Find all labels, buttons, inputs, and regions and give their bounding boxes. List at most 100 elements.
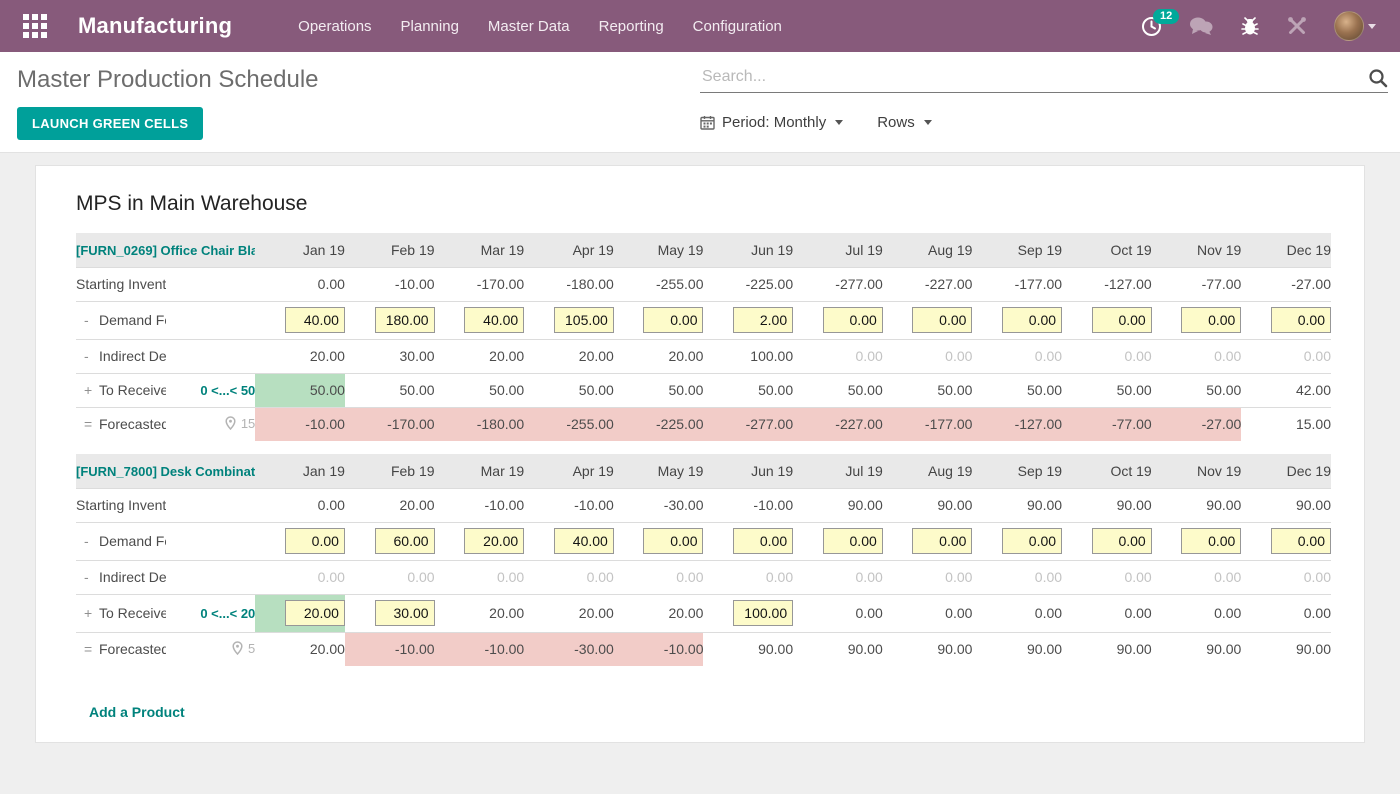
demand-forecast-input[interactable] (1002, 307, 1063, 333)
cell-forecasted-inventory: 90.00 (972, 631, 1063, 666)
cell-forecasted-inventory: -277.00 (703, 406, 794, 441)
search-input[interactable] (700, 64, 1388, 93)
demand-forecast-input[interactable] (284, 307, 345, 333)
add-product-link[interactable]: Add a Product (89, 704, 185, 720)
cell-indirect-demand: 20.00 (255, 338, 345, 373)
cell-demand-forecast (793, 521, 883, 560)
month-header: Feb 19 (344, 454, 435, 488)
cell-starting-inventory: 90.00 (882, 487, 973, 522)
cell-demand-forecast (434, 521, 525, 560)
rows-dropdown[interactable]: Rows (877, 114, 932, 131)
to-receive-input[interactable] (284, 600, 345, 626)
row-operator: - (84, 312, 89, 328)
demand-forecast-input[interactable] (284, 528, 345, 554)
row-meta: 0 <...< 50 (165, 372, 256, 407)
cell-indirect-demand: 30.00 (344, 338, 435, 373)
row-label-text: Demand Forecast (99, 312, 166, 328)
demand-forecast-input[interactable] (912, 528, 973, 554)
row-indirect-demand: -Indirect Demand0.000.000.000.000.000.00… (76, 559, 1331, 594)
month-header: Nov 19 (1151, 454, 1242, 488)
cell-indirect-demand: 0.00 (882, 338, 973, 373)
row-label: Starting Inventory (76, 266, 166, 301)
row-operator: = (84, 416, 93, 433)
row-meta (165, 300, 256, 339)
search-bar (700, 64, 1388, 93)
month-header: Sep 19 (972, 454, 1063, 488)
month-header: Jul 19 (793, 233, 883, 267)
menu-master-data[interactable]: Master Data (488, 18, 570, 35)
demand-forecast-input[interactable] (1091, 307, 1152, 333)
cell-to-receive: 20.00 (524, 593, 614, 632)
product-name-link[interactable]: [FURN_0269] Office Chair Black (76, 243, 255, 258)
apps-grid-icon[interactable] (22, 13, 48, 39)
month-header: Mar 19 (434, 233, 525, 267)
messages-chat-icon[interactable] (1189, 16, 1213, 36)
user-avatar (1334, 11, 1364, 41)
menu-planning[interactable]: Planning (401, 18, 459, 35)
cell-starting-inventory: -30.00 (613, 487, 704, 522)
cell-demand-forecast (344, 521, 435, 560)
row-starting-inventory: Starting Inventory 0.00-10.00-170.00-180.… (76, 266, 1331, 301)
debug-bug-icon[interactable] (1240, 16, 1260, 36)
demand-forecast-input[interactable] (553, 528, 614, 554)
menu-configuration[interactable]: Configuration (693, 18, 782, 35)
cell-indirect-demand: 100.00 (703, 338, 794, 373)
cell-indirect-demand: 0.00 (434, 559, 525, 594)
product-name-link[interactable]: [FURN_7800] Desk Combination (76, 464, 255, 479)
mps-product-table: [FURN_0269] Office Chair BlackbyUnit(s)J… (76, 233, 1331, 441)
demand-forecast-input[interactable] (1091, 528, 1152, 554)
cell-indirect-demand: 0.00 (972, 559, 1063, 594)
demand-forecast-input[interactable] (1002, 528, 1063, 554)
row-label-text: To Receive / To Supply / Produce (99, 382, 166, 398)
period-dropdown[interactable]: Period: Monthly (700, 114, 844, 131)
cell-to-receive: 50.00 (255, 372, 345, 407)
cell-starting-inventory: -177.00 (972, 266, 1063, 301)
demand-forecast-input[interactable] (822, 307, 883, 333)
demand-forecast-input[interactable] (733, 528, 794, 554)
demand-forecast-input[interactable] (643, 528, 704, 554)
user-menu[interactable] (1334, 11, 1376, 41)
row-demand-forecast: -Demand Forecast (76, 521, 1331, 560)
row-to-receive: + To Receive / To Supply / Produce 0 <...<… (76, 593, 1331, 632)
month-header: Oct 19 (1062, 233, 1152, 267)
demand-forecast-input[interactable] (1181, 528, 1242, 554)
demand-forecast-input[interactable] (553, 307, 614, 333)
to-receive-input[interactable] (733, 600, 794, 626)
cell-starting-inventory: 20.00 (344, 487, 435, 522)
topbar-right: 12 (1141, 8, 1376, 41)
demand-forecast-input[interactable] (1271, 307, 1331, 333)
demand-forecast-input[interactable] (1271, 528, 1331, 554)
month-header: Jun 19 (703, 454, 794, 488)
menu-reporting[interactable]: Reporting (599, 18, 664, 35)
cell-to-receive: 50.00 (703, 372, 794, 407)
demand-forecast-input[interactable] (374, 528, 435, 554)
magnifier-icon[interactable] (1368, 68, 1388, 93)
demand-forecast-input[interactable] (643, 307, 704, 333)
menu-operations[interactable]: Operations (298, 18, 371, 35)
row-operator: - (84, 533, 89, 549)
cell-demand-forecast (255, 300, 345, 339)
demand-forecast-input[interactable] (733, 307, 794, 333)
month-header: Dec 19 (1241, 233, 1331, 267)
cell-starting-inventory: -10.00 (703, 487, 794, 522)
row-label: = Forecasted Inventory (76, 631, 166, 666)
cell-forecasted-inventory: -170.00 (344, 406, 435, 441)
launch-green-cells-button[interactable]: LAUNCH GREEN CELLS (17, 107, 204, 140)
demand-forecast-input[interactable] (374, 307, 435, 333)
row-indirect-demand: -Indirect Demand20.0030.0020.0020.0020.0… (76, 338, 1331, 373)
demand-forecast-input[interactable] (464, 307, 525, 333)
row-operator: - (84, 348, 89, 364)
demand-forecast-input[interactable] (912, 307, 973, 333)
to-receive-input[interactable] (374, 600, 435, 626)
demand-forecast-input[interactable] (1181, 307, 1242, 333)
mps-product-table: [FURN_7800] Desk CombinationbyUnit(s)Jan… (76, 454, 1331, 666)
activity-clock-icon[interactable]: 12 (1141, 8, 1180, 37)
product-header-row: [FURN_0269] Office Chair BlackbyUnit(s)J… (76, 233, 1331, 267)
warehouse-heading: MPS in Main Warehouse (76, 192, 308, 215)
demand-forecast-input[interactable] (822, 528, 883, 554)
row-label-text: To Receive / To Supply / Produce (99, 605, 166, 621)
cell-demand-forecast (972, 521, 1063, 560)
month-header: May 19 (613, 233, 704, 267)
demand-forecast-input[interactable] (464, 528, 525, 554)
tools-wrench-icon[interactable] (1287, 16, 1307, 36)
